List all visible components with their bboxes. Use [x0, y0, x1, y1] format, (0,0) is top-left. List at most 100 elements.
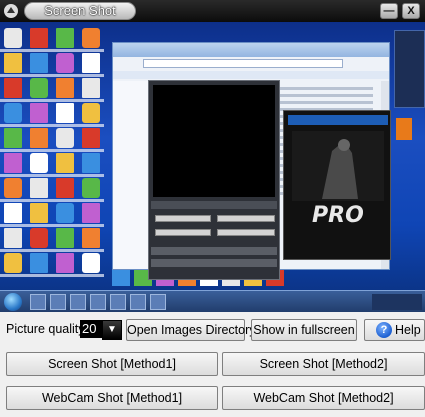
desktop-shortcut-icon — [30, 153, 48, 173]
desktop-shortcut-icon — [82, 78, 100, 98]
desktop-shortcut-label — [52, 199, 78, 202]
desktop-shortcut-label — [78, 249, 104, 252]
desktop-shortcut-label — [26, 224, 52, 227]
picture-quality-dropdown-button[interactable]: ▼ — [102, 320, 122, 340]
explorer-address-bar — [143, 59, 343, 68]
taskbar-app-icon — [50, 294, 66, 310]
desktop-shortcut-icon — [4, 178, 22, 198]
desktop-shortcut-icon — [4, 103, 22, 123]
desktop-shortcut-label — [0, 224, 26, 227]
desktop-shortcut-label — [52, 124, 78, 127]
desktop-shortcut-icon — [56, 203, 74, 223]
desktop-gadget-orange — [396, 118, 412, 140]
minimize-button[interactable]: — — [380, 3, 398, 19]
desktop-shortcut-label — [52, 74, 78, 77]
close-icon: X — [407, 5, 415, 17]
preview-dialog-button — [217, 215, 275, 222]
desktop-shortcut-label — [52, 174, 78, 177]
desktop-shortcut-label — [78, 99, 104, 102]
desktop-shortcut-label — [78, 199, 104, 202]
desktop-shortcut-label — [0, 274, 26, 277]
desktop-shortcut-icon — [56, 78, 74, 98]
desktop-shortcut-label — [78, 74, 104, 77]
desktop-shortcut-icon — [30, 53, 48, 73]
desktop-shortcut-label — [52, 149, 78, 152]
help-button[interactable]: ? Help — [364, 319, 425, 341]
preview-app-dialog — [148, 80, 280, 280]
desktop-shortcut-label — [52, 224, 78, 227]
desktop-shortcut-icon — [4, 153, 22, 173]
desktop-shortcut-label — [26, 174, 52, 177]
webcam-shot-method2-button[interactable]: WebCam Shot [Method2] — [222, 386, 425, 410]
desktop-shortcut-icon — [82, 103, 100, 123]
desktop-shortcut-label — [0, 49, 26, 52]
open-images-directory-button[interactable]: Open Images Directory — [126, 319, 256, 341]
desktop-shortcut-icon — [82, 228, 100, 248]
desktop-shortcut-icon — [82, 203, 100, 223]
webcam-shot-method1-button[interactable]: WebCam Shot [Method1] — [6, 386, 218, 410]
picture-quality-label: Picture quality: — [6, 322, 88, 336]
preview-dialog-bar — [151, 201, 277, 209]
website-header — [288, 115, 388, 125]
desktop-shortcut-label — [0, 124, 26, 127]
taskbar-app-icon — [30, 294, 46, 310]
desktop-shortcut-icon — [82, 28, 100, 48]
desktop-shortcut-icon — [4, 78, 22, 98]
help-icon: ? — [376, 322, 392, 338]
desktop-shortcut-icon — [4, 203, 22, 223]
minimize-icon: — — [383, 5, 395, 17]
screen-shot-method2-button[interactable]: Screen Shot [Method2] — [222, 352, 425, 376]
desktop-shortcut-icon — [82, 178, 100, 198]
preview-dialog-button — [155, 229, 211, 236]
desktop-shortcut-icon — [82, 253, 100, 273]
desktop-shortcut-icon — [4, 253, 22, 273]
screen-shot-method1-button[interactable]: Screen Shot [Method1] — [6, 352, 218, 376]
desktop-shortcut-label — [26, 74, 52, 77]
desktop-shortcut-label — [26, 124, 52, 127]
desktop-shortcut-icon — [30, 28, 48, 48]
desktop-shortcut-label — [0, 149, 26, 152]
desktop-shortcut-icon — [56, 28, 74, 48]
desktop-shortcut-label — [26, 199, 52, 202]
desktop-shortcut-icon — [30, 228, 48, 248]
explorer-nav-pane — [113, 81, 153, 269]
screenshot-preview: PRO — [0, 22, 425, 312]
explorer-toolbar — [113, 71, 389, 79]
controls-panel: Picture quality: 20 ▼ Open Images Direct… — [0, 312, 425, 417]
picture-quality-select[interactable]: 20 — [80, 320, 102, 338]
desktop-shortcut-icon — [30, 203, 48, 223]
desktop-shortcut-label — [78, 124, 104, 127]
desktop-shortcut-label — [78, 224, 104, 227]
preview-dialog-bar — [151, 247, 277, 255]
taskbar-tray — [372, 294, 422, 310]
taskbar-app-icon — [90, 294, 106, 310]
desktop-shortcut-icon — [4, 53, 22, 73]
taskbar-app-icon — [110, 294, 126, 310]
preview-taskbar — [0, 290, 425, 312]
desktop-shortcut-label — [52, 249, 78, 252]
desktop-shortcut-label — [0, 99, 26, 102]
start-orb-icon — [4, 293, 22, 311]
website-window-thumbnail: PRO — [283, 110, 391, 260]
desktop-shortcut-label — [0, 174, 26, 177]
preview-dialog-button — [217, 229, 275, 236]
close-button[interactable]: X — [402, 3, 420, 19]
show-in-fullscreen-button[interactable]: Show in fullscreen — [251, 319, 357, 341]
desktop-shortcut-label — [26, 249, 52, 252]
desktop-shortcut-icon — [4, 228, 22, 248]
preview-black-area — [153, 85, 275, 197]
taskbar-app-icon — [150, 294, 166, 310]
desktop-shortcut-icon — [56, 228, 74, 248]
desktop-shortcut-label — [26, 149, 52, 152]
website-figure-image — [292, 131, 384, 201]
desktop-shortcut-label — [26, 99, 52, 102]
desktop-shortcut-label — [78, 149, 104, 152]
window-title: Screen Shot — [24, 2, 136, 20]
title-bar[interactable]: Screen Shot — X — [0, 0, 425, 22]
desktop-shortcut-icon — [56, 153, 74, 173]
explorer-titlebar — [113, 43, 389, 57]
website-logo-text: PRO — [312, 203, 364, 228]
taskbar-app-icon — [130, 294, 146, 310]
desktop-shortcut-icon — [82, 153, 100, 173]
desktop-shortcut-icon — [30, 128, 48, 148]
